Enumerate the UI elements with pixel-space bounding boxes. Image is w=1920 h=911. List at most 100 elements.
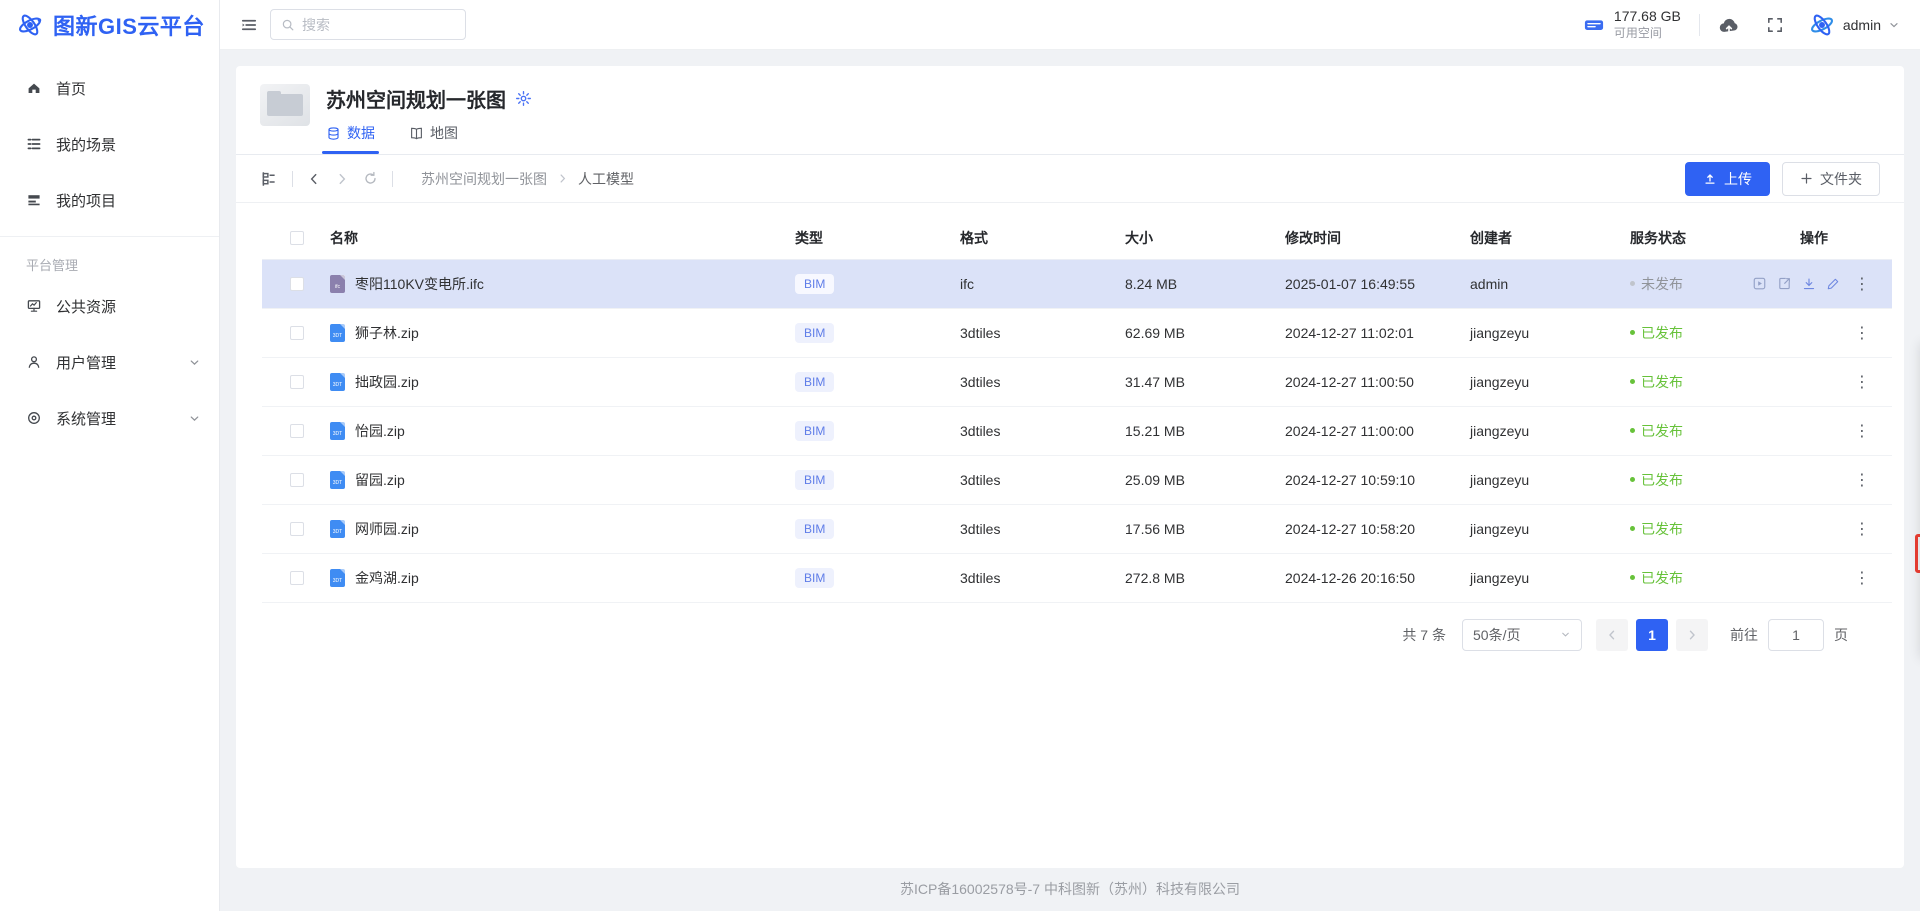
file-name[interactable]: 金鸡湖.zip [355, 568, 419, 588]
row-checkbox[interactable] [290, 571, 304, 585]
brand-logo[interactable]: 图新GIS云平台 [0, 0, 219, 50]
upload-button[interactable]: 上传 [1685, 162, 1770, 196]
chevron-down-icon [188, 412, 201, 425]
row-actions: ⋮ [1800, 519, 1888, 539]
sidebar-item-label: 用户管理 [56, 352, 116, 373]
tab-map[interactable]: 地图 [409, 123, 458, 154]
file-type-icon: 3DT [330, 520, 345, 538]
download-mini-icon[interactable] [1802, 277, 1816, 291]
file-name[interactable]: 拙政园.zip [355, 372, 419, 392]
page-number-button[interactable]: 1 [1636, 619, 1668, 651]
project-thumbnail [260, 84, 310, 126]
header-status: 服务状态 [1626, 217, 1796, 259]
share-icon[interactable] [1777, 276, 1792, 291]
refresh-icon[interactable] [363, 171, 378, 186]
sidebar-nav: 首页 我的场景 我的项目 [0, 60, 219, 228]
sidebar-item-home[interactable]: 首页 [0, 60, 219, 116]
user-management-icon [26, 354, 43, 370]
sidebar-item-projects[interactable]: 我的项目 [0, 172, 219, 228]
table-row[interactable]: 3DT 狮子林.zip BIM 3dtiles 62.69 MB 2024-12… [262, 308, 1892, 357]
global-search[interactable] [270, 9, 466, 40]
brand-atom-icon [16, 11, 44, 39]
row-more-icon[interactable]: ⋮ [1850, 519, 1874, 539]
sidebar-item-public-resources[interactable]: 公共资源 [0, 278, 219, 334]
type-badge: BIM [795, 323, 834, 343]
row-checkbox[interactable] [290, 522, 304, 536]
table-row[interactable]: 3DT 拙政园.zip BIM 3dtiles 31.47 MB 2024-12… [262, 357, 1892, 406]
status-badge: 已发布 [1630, 470, 1683, 490]
type-badge: BIM [795, 519, 834, 539]
file-type-icon: ifc [330, 275, 345, 293]
header-creator: 创建者 [1466, 217, 1626, 259]
row-checkbox[interactable] [290, 326, 304, 340]
row-checkbox[interactable] [290, 277, 304, 291]
sidebar-item-system-management[interactable]: 系统管理 [0, 390, 219, 446]
prev-page-button[interactable] [1596, 619, 1628, 651]
goto-page-input[interactable] [1768, 619, 1824, 651]
view-tabs: 数据 地图 [326, 123, 532, 154]
row-actions: ⋮ [1800, 323, 1888, 343]
projects-icon [26, 192, 43, 208]
header-name: 名称 [326, 217, 791, 259]
row-more-icon[interactable]: ⋮ [1850, 421, 1874, 441]
page-title: 苏州空间规划一张图 [326, 84, 506, 113]
table-row[interactable]: 3DT 网师园.zip BIM 3dtiles 17.56 MB 2024-12… [262, 504, 1892, 553]
next-page-button[interactable] [1676, 619, 1708, 651]
top-header: 177.68 GB 可用空间 admin [220, 0, 1920, 50]
edit-mini-icon[interactable] [1826, 277, 1840, 291]
sidebar-item-label: 我的项目 [56, 190, 116, 211]
row-more-icon[interactable]: ⋮ [1850, 568, 1874, 588]
file-name[interactable]: 网师园.zip [355, 519, 419, 539]
sidebar-item-label: 系统管理 [56, 408, 116, 429]
sidebar-item-scenes[interactable]: 我的场景 [0, 116, 219, 172]
sidebar-item-user-management[interactable]: 用户管理 [0, 334, 219, 390]
topbar-separator [1699, 14, 1700, 36]
row-more-icon[interactable]: ⋮ [1850, 372, 1874, 392]
table-row[interactable]: 3DT 留园.zip BIM 3dtiles 25.09 MB 2024-12-… [262, 455, 1892, 504]
user-menu[interactable]: admin [1808, 11, 1900, 39]
page-unit-label: 页 [1834, 625, 1848, 645]
home-icon [26, 80, 43, 96]
row-more-icon[interactable]: ⋮ [1850, 323, 1874, 343]
row-checkbox[interactable] [290, 424, 304, 438]
type-badge: BIM [795, 568, 834, 588]
table-row[interactable]: 3DT 金鸡湖.zip BIM 3dtiles 272.8 MB 2024-12… [262, 553, 1892, 602]
pagination: 共 7 条 50条/页 1 前往 页 [292, 619, 1848, 651]
header-format: 格式 [956, 217, 1121, 259]
header-modified: 修改时间 [1281, 217, 1466, 259]
footer: 苏ICP备16002578号-7 中科图新（苏州）科技有限公司 [220, 867, 1920, 911]
file-type-icon: 3DT [330, 422, 345, 440]
breadcrumb-current[interactable]: 人工模型 [578, 169, 634, 189]
file-name[interactable]: 枣阳110KV变电所.ifc [355, 274, 484, 294]
forward-icon[interactable] [335, 172, 349, 186]
type-badge: BIM [795, 421, 834, 441]
search-input[interactable] [302, 17, 455, 33]
file-name[interactable]: 狮子林.zip [355, 323, 419, 343]
sidebar-collapse-icon[interactable] [240, 16, 258, 34]
status-badge: 已发布 [1630, 372, 1683, 392]
sidebar-item-label: 公共资源 [56, 296, 116, 317]
row-checkbox[interactable] [290, 375, 304, 389]
back-icon[interactable] [307, 172, 321, 186]
new-folder-button[interactable]: 文件夹 [1782, 162, 1880, 196]
file-name[interactable]: 留园.zip [355, 470, 405, 490]
select-all-checkbox[interactable] [290, 231, 304, 245]
preview-icon[interactable] [1752, 276, 1767, 291]
row-more-icon[interactable]: ⋮ [1850, 274, 1874, 294]
page-size-select[interactable]: 50条/页 [1462, 619, 1582, 651]
table-row[interactable]: 3DT 怡园.zip BIM 3dtiles 15.21 MB 2024-12-… [262, 406, 1892, 455]
table-row[interactable]: ifc 枣阳110KV变电所.ifc BIM ifc 8.24 MB 2025-… [262, 259, 1892, 308]
tree-view-icon[interactable] [260, 170, 278, 188]
row-checkbox[interactable] [290, 473, 304, 487]
file-name[interactable]: 怡园.zip [355, 421, 405, 441]
breadcrumb-root[interactable]: 苏州空间规划一张图 [421, 169, 547, 189]
project-settings-gear-icon[interactable] [515, 90, 532, 107]
row-actions: ⋮ [1800, 421, 1888, 441]
row-more-icon[interactable]: ⋮ [1850, 470, 1874, 490]
upload-cloud-icon[interactable] [1718, 14, 1740, 36]
tab-data[interactable]: 数据 [326, 123, 375, 154]
public-resources-icon [26, 298, 43, 314]
upload-icon [1703, 172, 1717, 186]
fullscreen-icon[interactable] [1766, 16, 1784, 34]
sidebar-section-label: 平台管理 [0, 237, 219, 278]
